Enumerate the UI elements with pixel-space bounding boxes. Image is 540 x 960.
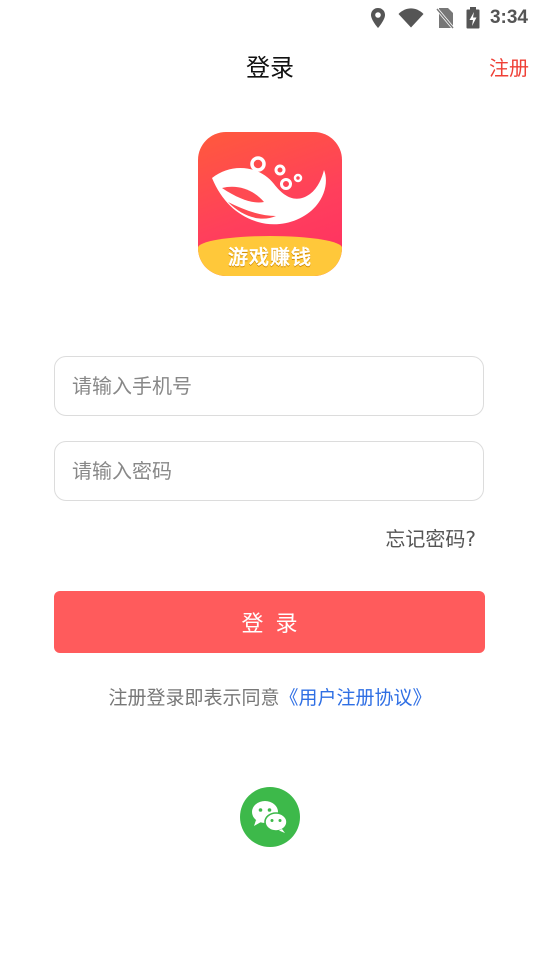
wechat-login-button[interactable] bbox=[240, 787, 300, 847]
wifi-icon bbox=[398, 8, 424, 28]
status-time: 3:34 bbox=[489, 7, 528, 28]
battery-charging-icon bbox=[466, 7, 480, 29]
logo-text: 游戏赚钱 bbox=[228, 245, 312, 269]
login-screen: 3:34 登录 注册 游戏赚钱 忘记密码? 登录 注册登录即表示同意《用户注册 bbox=[0, 0, 540, 960]
login-button[interactable]: 登录 bbox=[54, 591, 485, 653]
app-logo: 游戏赚钱 bbox=[198, 132, 342, 276]
register-link[interactable]: 注册 bbox=[489, 52, 529, 84]
password-input[interactable] bbox=[55, 442, 483, 500]
page-title: 登录 bbox=[246, 54, 294, 82]
phone-field-container bbox=[54, 356, 484, 416]
forgot-password-link[interactable]: 忘记密码? bbox=[385, 523, 476, 555]
location-icon bbox=[370, 7, 386, 29]
no-sim-icon bbox=[435, 7, 454, 29]
phone-input[interactable] bbox=[55, 357, 483, 415]
password-field-container bbox=[54, 441, 484, 501]
user-agreement-link[interactable]: 《用户注册协议》 bbox=[280, 687, 432, 709]
status-bar: 3:34 bbox=[0, 0, 540, 36]
status-icons: 3:34 bbox=[358, 4, 528, 32]
agreement-text: 注册登录即表示同意《用户注册协议》 bbox=[0, 682, 540, 714]
agreement-prefix: 注册登录即表示同意 bbox=[108, 687, 280, 709]
wechat-icon bbox=[252, 801, 288, 833]
